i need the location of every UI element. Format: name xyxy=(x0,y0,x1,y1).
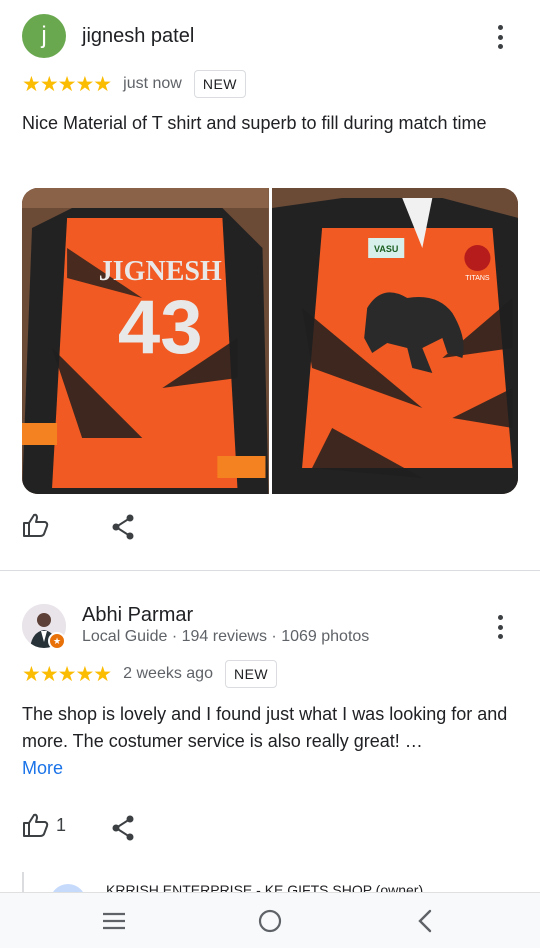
star-rating: ★★★★★ xyxy=(22,72,112,96)
jersey-number-text: 43 xyxy=(118,285,203,370)
share-button[interactable] xyxy=(111,815,135,841)
share-icon xyxy=(112,815,134,841)
share-icon xyxy=(112,514,134,540)
new-badge: NEW xyxy=(224,660,278,688)
thumbs-up-icon xyxy=(23,513,49,537)
home-button[interactable] xyxy=(255,907,285,935)
back-button[interactable] xyxy=(410,907,440,935)
rating-row: ★★★★★ 2 weeks ago NEW xyxy=(22,660,278,688)
review-time: 2 weeks ago xyxy=(123,665,213,682)
jersey-back-photo[interactable]: JIGNESH 43 xyxy=(22,188,269,494)
review-divider xyxy=(0,570,540,571)
reviewer-avatar[interactable]: j xyxy=(22,14,66,58)
like-button[interactable] xyxy=(22,512,50,538)
team-logo-text: TITANS xyxy=(465,275,490,282)
reviewer-name[interactable]: Abhi Parmar xyxy=(82,604,193,627)
jersey-front-photo[interactable]: VASU TITANS xyxy=(271,188,518,494)
system-nav-bar xyxy=(0,892,540,948)
owner-reply: KRRISH ENTERPRISE - KE GIFTS SHOP (owner… xyxy=(22,872,522,892)
share-button[interactable] xyxy=(111,514,135,540)
new-badge: NEW xyxy=(193,70,247,98)
recent-apps-button[interactable] xyxy=(99,907,129,935)
thumbs-up-icon xyxy=(23,813,49,837)
review-text-body: The shop is lovely and I found just what… xyxy=(22,704,508,751)
more-options-icon[interactable] xyxy=(488,22,512,52)
more-options-icon[interactable] xyxy=(488,612,512,642)
like-button[interactable]: 1 xyxy=(22,812,66,838)
review-text: The shop is lovely and I found just what… xyxy=(22,701,512,782)
home-circle-icon xyxy=(258,909,282,933)
review-photos: JIGNESH 43 VASU TITANS xyxy=(22,188,518,494)
star-rating: ★★★★★ xyxy=(22,662,112,686)
reviewer-name[interactable]: jignesh patel xyxy=(82,25,194,48)
menu-lines-icon xyxy=(103,912,125,930)
back-chevron-icon xyxy=(418,909,432,933)
like-count: 1 xyxy=(56,814,67,835)
review-text: Nice Material of T shirt and superb to f… xyxy=(22,113,487,133)
sponsor-logo-text: VASU xyxy=(374,244,398,254)
more-link[interactable]: More xyxy=(22,758,63,778)
owner-avatar[interactable] xyxy=(50,884,86,892)
review-time: just now xyxy=(123,75,182,92)
rating-row: ★★★★★ just now NEW xyxy=(22,70,247,98)
owner-reply-header: KRRISH ENTERPRISE - KE GIFTS SHOP (owner… xyxy=(106,882,424,892)
jersey-name-text: JIGNESH xyxy=(99,256,222,287)
local-guide-star-icon: ★ xyxy=(48,632,66,650)
reviewer-meta: Local Guide · 194 reviews · 1069 photos xyxy=(82,628,370,645)
reply-thread-line xyxy=(22,872,24,892)
